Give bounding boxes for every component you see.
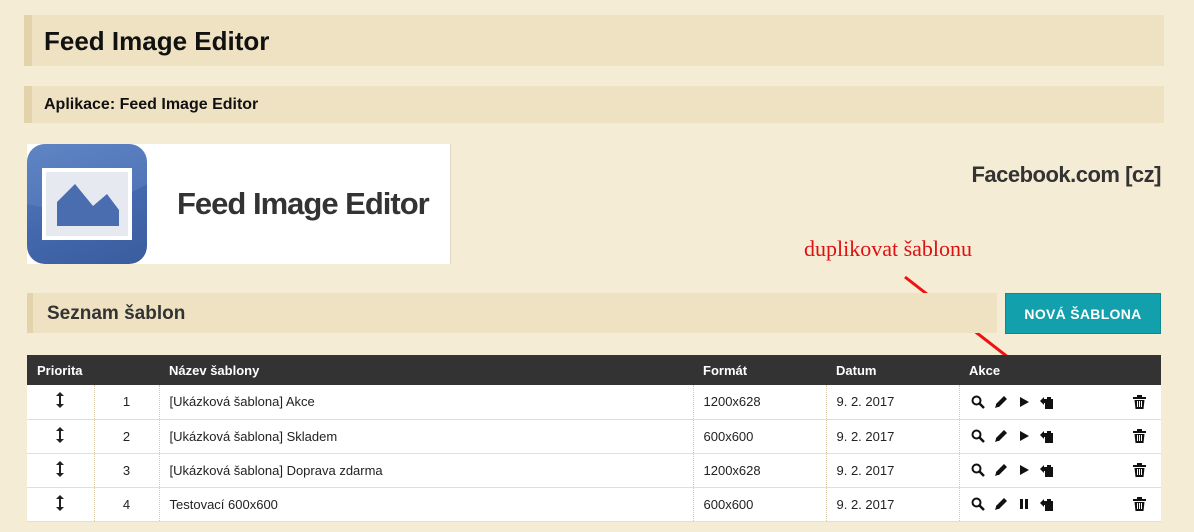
page-title: Feed Image Editor — [44, 26, 270, 56]
store-label: Facebook.com [cz] — [971, 162, 1161, 187]
format-cell: 600x600 — [693, 487, 827, 522]
pause-icon[interactable] — [1016, 496, 1032, 512]
drag-handle-cell[interactable] — [27, 385, 95, 420]
search-icon[interactable] — [970, 496, 986, 512]
col-priority: Priorita — [27, 355, 159, 385]
drag-handle-icon[interactable] — [55, 460, 65, 477]
template-list-title: Seznam šablon — [47, 303, 186, 324]
trash-icon[interactable] — [1131, 428, 1147, 444]
drag-handle-icon[interactable] — [55, 392, 65, 409]
date-cell: 9. 2. 2017 — [826, 385, 960, 420]
date-cell: 9. 2. 2017 — [826, 419, 960, 454]
search-icon[interactable] — [970, 462, 986, 478]
actions-cell — [959, 385, 1161, 420]
new-template-button[interactable]: NOVÁ ŠABLONA — [1005, 293, 1161, 334]
trash-icon[interactable] — [1131, 462, 1147, 478]
format-cell: 600x600 — [693, 419, 827, 454]
search-icon[interactable] — [970, 394, 986, 410]
priority-cell: 4 — [94, 487, 160, 522]
table-row: 1 [Ukázková šablona] Akce 1200x628 9. 2.… — [27, 385, 1161, 420]
date-cell: 9. 2. 2017 — [826, 453, 960, 488]
col-name: Název šablony — [159, 355, 693, 385]
table-row: 2 [Ukázková šablona] Skladem 600x600 9. … — [27, 419, 1161, 454]
banner-title: Feed Image Editor — [177, 186, 430, 221]
col-actions: Akce — [959, 355, 1161, 385]
table-row: 4 Testovací 600x600 600x600 9. 2. 2017 — [27, 487, 1161, 522]
app-bar: Aplikace: Feed Image Editor — [24, 86, 1164, 123]
templates-table: Priorita Název šablony Formát Datum Akce… — [27, 355, 1161, 522]
actions-cell — [959, 453, 1161, 488]
app-label: Aplikace: Feed Image Editor — [44, 96, 259, 113]
template-name-cell: Testovací 600x600 — [159, 487, 694, 522]
col-format: Formát — [693, 355, 826, 385]
annotation-label: duplikovat šablonu — [804, 236, 973, 261]
edit-pencil-icon[interactable] — [993, 496, 1009, 512]
play-icon[interactable] — [1016, 394, 1032, 410]
drag-handle-icon[interactable] — [55, 426, 65, 443]
app-banner: Feed Image Editor — [27, 144, 451, 264]
edit-pencil-icon[interactable] — [993, 394, 1009, 410]
format-cell: 1200x628 — [693, 453, 827, 488]
edit-pencil-icon[interactable] — [993, 462, 1009, 478]
trash-icon[interactable] — [1131, 394, 1147, 410]
drag-handle-cell[interactable] — [27, 453, 95, 488]
actions-cell — [959, 487, 1161, 522]
date-cell: 9. 2. 2017 — [826, 487, 960, 522]
duplicate-icon[interactable] — [1039, 394, 1055, 410]
table-header-row: Priorita Název šablony Formát Datum Akce — [27, 355, 1161, 385]
col-date: Datum — [826, 355, 959, 385]
priority-cell: 1 — [94, 385, 160, 420]
duplicate-icon[interactable] — [1039, 428, 1055, 444]
play-icon[interactable] — [1016, 428, 1032, 444]
edit-pencil-icon[interactable] — [993, 428, 1009, 444]
actions-cell — [959, 419, 1161, 454]
format-cell: 1200x628 — [693, 385, 827, 420]
duplicate-icon[interactable] — [1039, 496, 1055, 512]
table-row: 3 [Ukázková šablona] Doprava zdarma 1200… — [27, 453, 1161, 488]
template-name-cell: [Ukázková šablona] Doprava zdarma — [159, 453, 694, 488]
trash-icon[interactable] — [1131, 496, 1147, 512]
priority-cell: 3 — [94, 453, 160, 488]
template-list-bar: Seznam šablon — [27, 293, 997, 333]
app-logo-icon — [27, 144, 147, 264]
page-title-bar: Feed Image Editor — [24, 15, 1164, 66]
drag-handle-cell[interactable] — [27, 487, 95, 522]
template-name-cell: [Ukázková šablona] Skladem — [159, 419, 694, 454]
template-name-cell: [Ukázková šablona] Akce — [159, 385, 694, 420]
duplicate-icon[interactable] — [1039, 462, 1055, 478]
priority-cell: 2 — [94, 419, 160, 454]
drag-handle-cell[interactable] — [27, 419, 95, 454]
drag-handle-icon[interactable] — [55, 494, 65, 511]
play-icon[interactable] — [1016, 462, 1032, 478]
search-icon[interactable] — [970, 428, 986, 444]
